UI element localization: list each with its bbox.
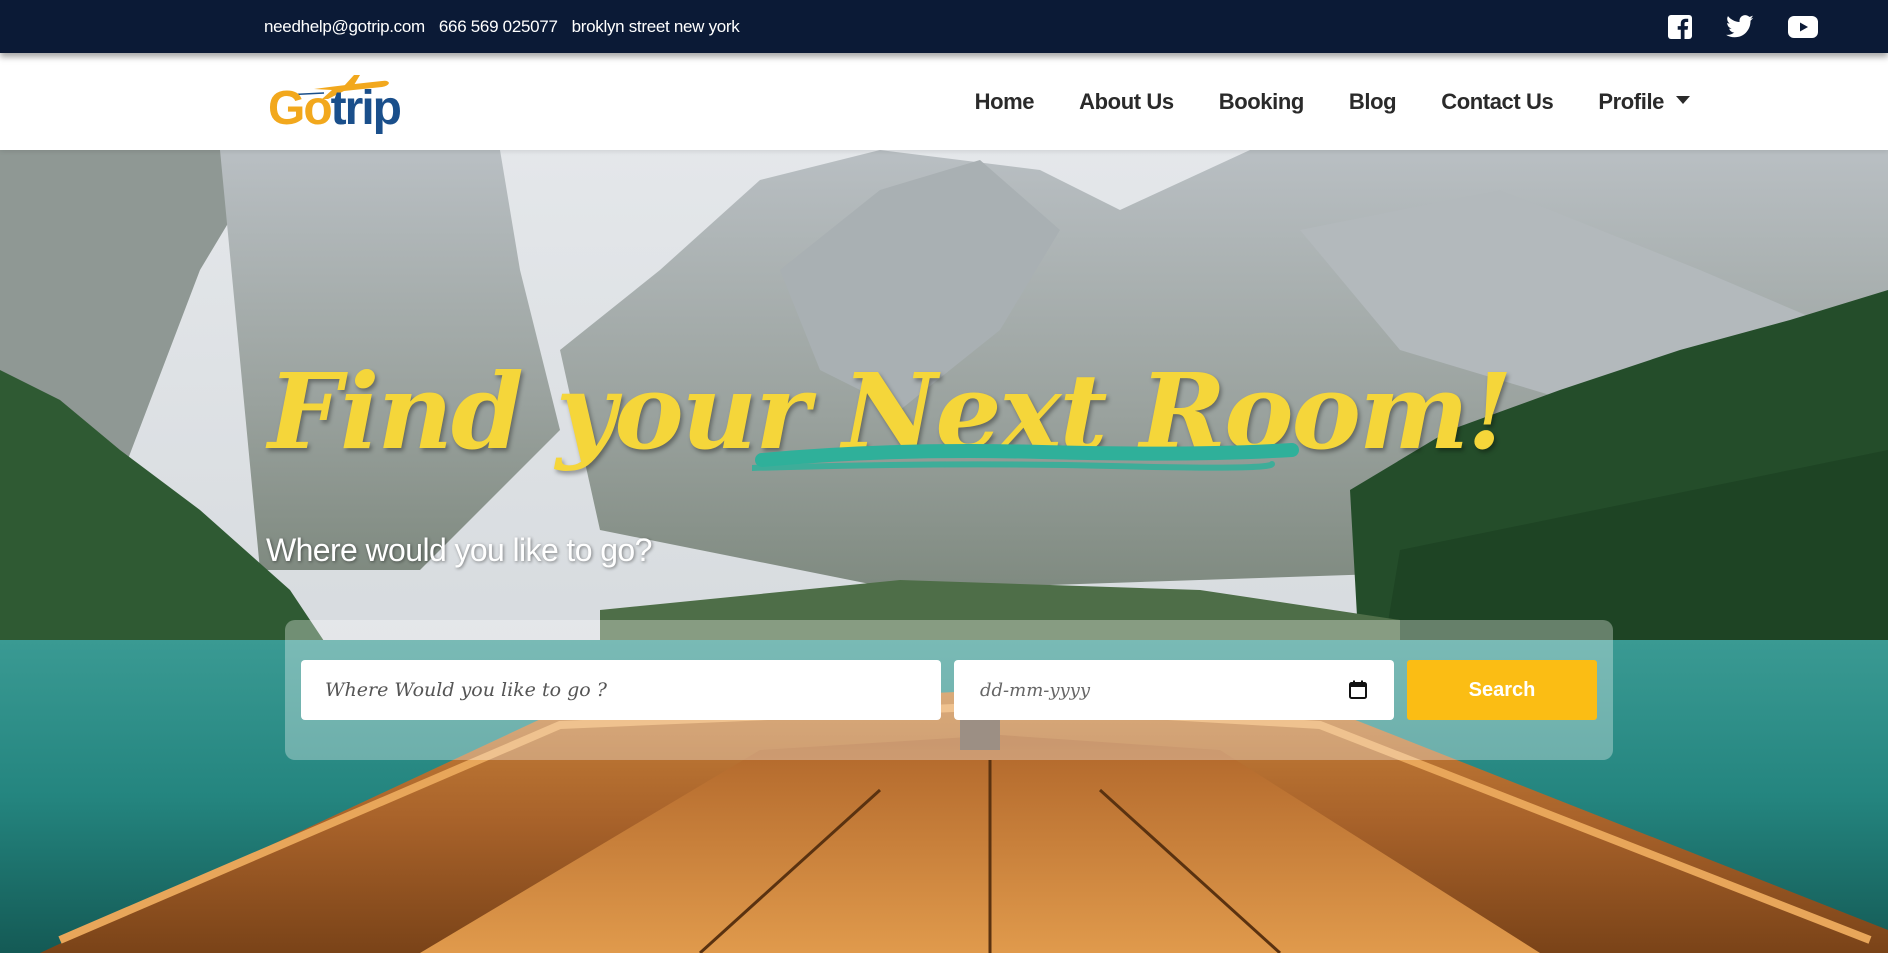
logo-wordmark: Gotrip xyxy=(268,82,402,135)
twitter-icon[interactable] xyxy=(1726,14,1754,39)
logo-trip: trip xyxy=(330,82,402,135)
youtube-icon[interactable] xyxy=(1788,15,1818,38)
date-input[interactable]: dd-mm-yyyy xyxy=(954,660,1394,720)
date-placeholder: dd-mm-yyyy xyxy=(980,679,1091,701)
search-button[interactable]: Search xyxy=(1407,660,1597,720)
nav-home[interactable]: Home xyxy=(975,89,1035,115)
nav-profile-dropdown[interactable]: Profile xyxy=(1598,89,1690,115)
calendar-icon[interactable] xyxy=(1348,680,1368,700)
logo-go: Go xyxy=(268,82,333,135)
hero-section: Find your Next Room! Where would you lik… xyxy=(0,150,1888,953)
nav-menu: Home About Us Booking Blog Contact Us Pr… xyxy=(975,53,1690,150)
nav-about-us[interactable]: About Us xyxy=(1079,89,1174,115)
brush-underline xyxy=(752,443,1299,471)
main-navbar: Gotrip Home About Us Booking Blog Contac… xyxy=(0,53,1888,150)
destination-input[interactable] xyxy=(301,660,941,720)
nav-profile-label: Profile xyxy=(1598,88,1664,114)
top-contact-bar: needhelp@gotrip.com 666 569 025077 brokl… xyxy=(0,0,1888,53)
nav-booking[interactable]: Booking xyxy=(1219,89,1305,115)
contact-email[interactable]: needhelp@gotrip.com xyxy=(264,17,425,37)
contact-info: needhelp@gotrip.com 666 569 025077 brokl… xyxy=(264,0,740,53)
search-panel: dd-mm-yyyy Search xyxy=(285,620,1613,760)
contact-phone[interactable]: 666 569 025077 xyxy=(439,17,558,37)
hero-subheading: Where would you like to go? xyxy=(266,532,652,568)
facebook-icon[interactable] xyxy=(1668,14,1692,39)
nav-blog[interactable]: Blog xyxy=(1349,89,1397,115)
nav-contact-us[interactable]: Contact Us xyxy=(1441,89,1554,115)
caret-down-icon xyxy=(1676,95,1690,104)
social-links xyxy=(1668,0,1818,53)
contact-address: broklyn street new york xyxy=(571,16,740,36)
gotrip-logo[interactable]: Gotrip xyxy=(254,71,404,137)
